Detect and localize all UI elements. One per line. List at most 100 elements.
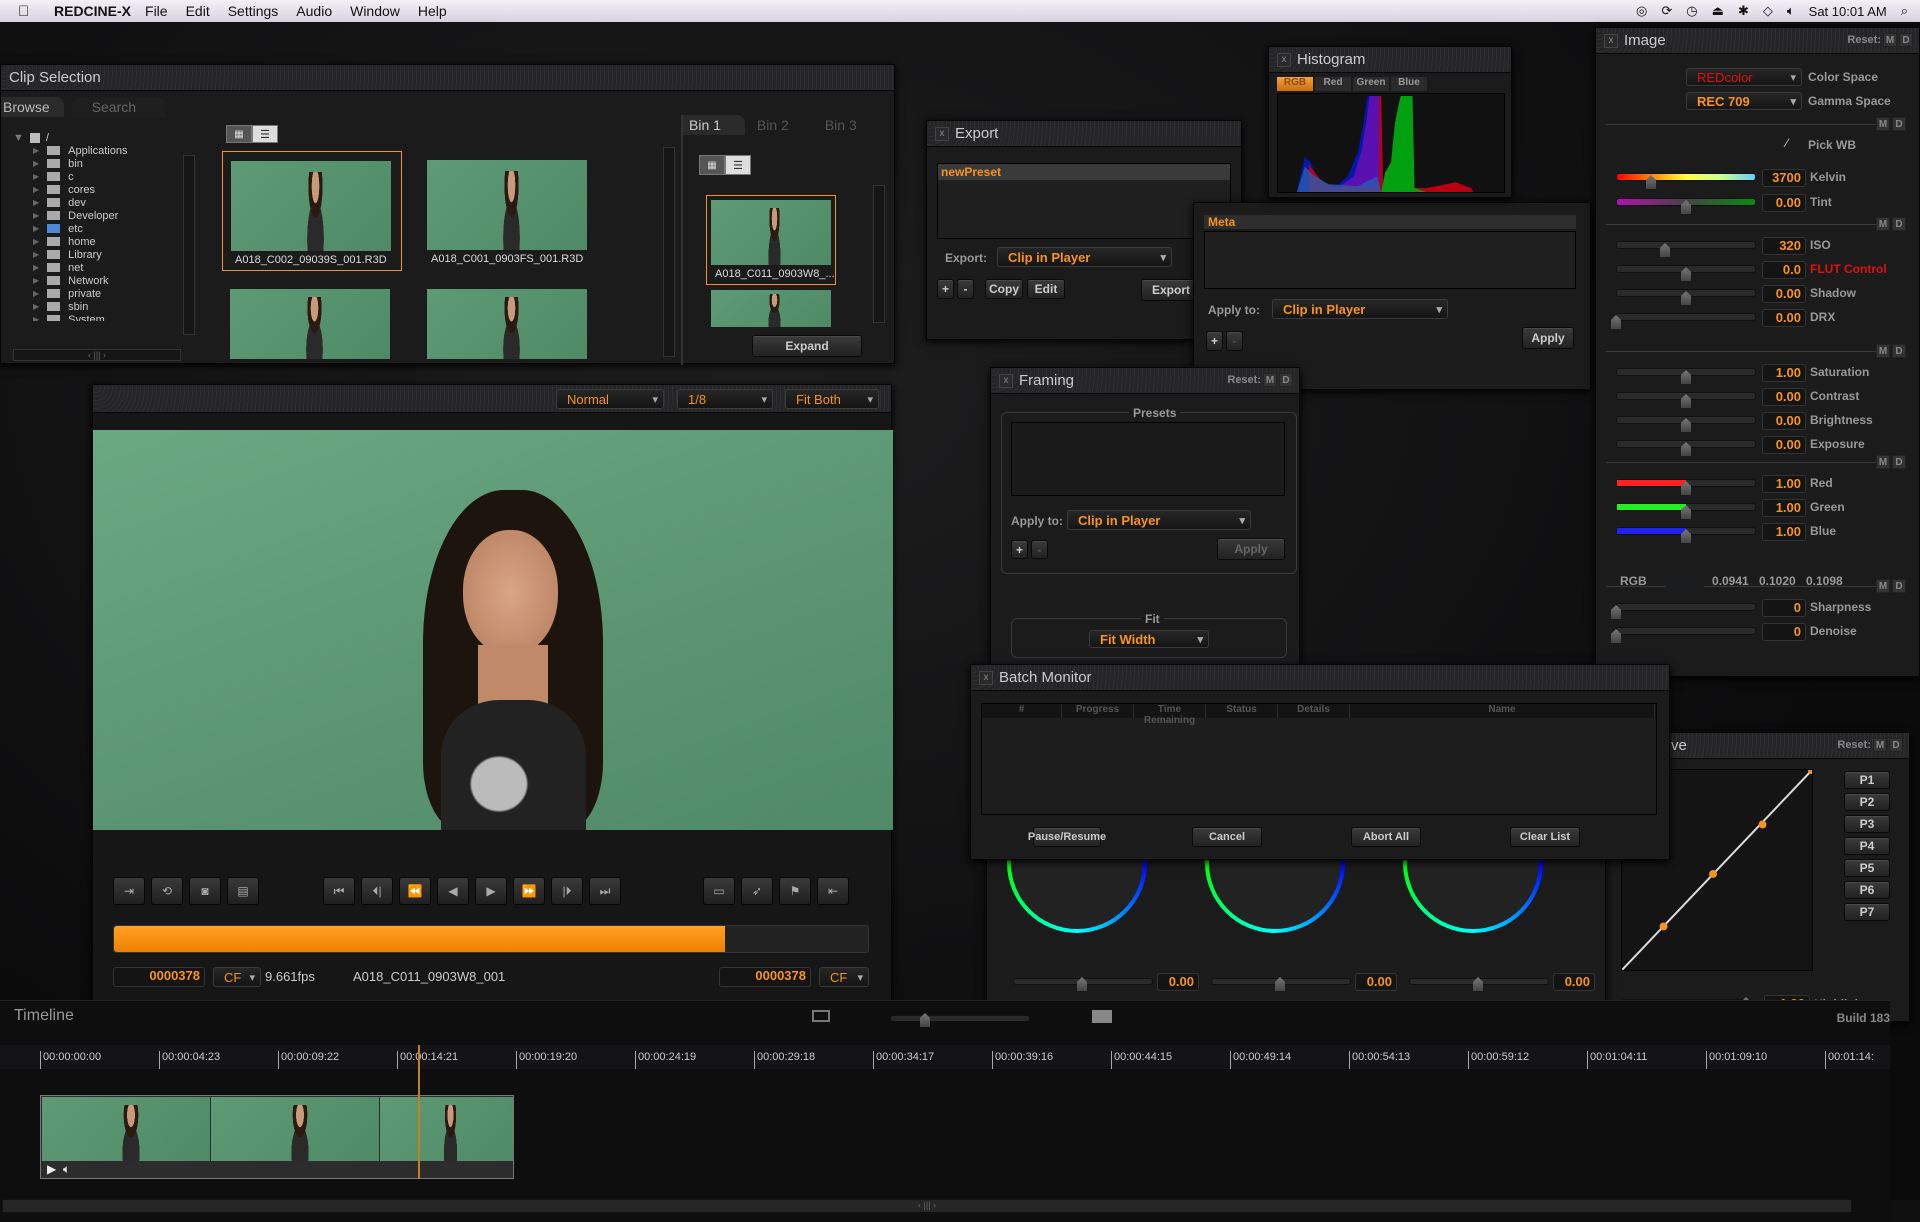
slider-kelvin[interactable] — [1616, 173, 1756, 181]
wheel-value[interactable]: 0.00 — [1157, 973, 1199, 991]
expand-arrow-icon[interactable]: ▶ — [33, 250, 39, 259]
value-shadow[interactable]: 0.00 — [1762, 285, 1806, 303]
reset-m-button[interactable]: M — [1883, 33, 1897, 47]
section-m-button[interactable]: M — [1876, 117, 1890, 131]
tree-scrollbar[interactable] — [183, 155, 195, 335]
preset-item[interactable]: newPreset — [938, 164, 1230, 180]
spotlight-icon[interactable]: ⌕ — [1901, 3, 1908, 19]
batch-abort-all-button[interactable]: Abort All — [1351, 827, 1421, 847]
eject-icon[interactable]: ⏏ — [1712, 3, 1724, 19]
expand-arrow-icon[interactable]: ▼ — [13, 132, 24, 144]
film-frame-icon[interactable] — [812, 1010, 830, 1022]
track-icon[interactable] — [1092, 1010, 1112, 1023]
resolution-select[interactable]: 1/8 — [677, 389, 773, 409]
add-preset-button[interactable]: + — [1011, 540, 1028, 559]
expand-arrow-icon[interactable]: ▶ — [33, 185, 39, 194]
menu-file[interactable]: File — [145, 3, 168, 19]
expand-arrow-icon[interactable]: ▶ — [33, 159, 39, 168]
expand-arrow-icon[interactable]: ▶ — [33, 237, 39, 246]
reset-d-button[interactable]: D — [1899, 33, 1913, 47]
value-saturation[interactable]: 1.00 — [1762, 364, 1806, 382]
add-button[interactable]: + — [1206, 331, 1223, 351]
export-target-select[interactable]: Clip in Player — [997, 247, 1172, 267]
out-cf-select[interactable]: CF — [819, 967, 869, 987]
expand-button[interactable]: Expand — [752, 335, 862, 357]
tab-bin-1[interactable]: Bin 1 — [683, 115, 745, 135]
list-view-icon[interactable]: ☰ — [252, 125, 278, 143]
bin-clip-item[interactable] — [711, 290, 831, 327]
value-iso[interactable]: 320 — [1762, 237, 1806, 255]
tree-root[interactable]: ▼ / — [13, 131, 188, 144]
batch-clear-list-button[interactable]: Clear List — [1510, 827, 1580, 847]
clip-item[interactable]: A018_C002_09039S_001.R3D — [222, 151, 402, 271]
loop-icon[interactable]: ⟲ — [151, 877, 183, 905]
wheel-value[interactable]: 0.00 — [1553, 973, 1595, 991]
slider-denoise[interactable] — [1616, 627, 1756, 635]
meta-list[interactable] — [1204, 231, 1576, 289]
tab-browse[interactable]: Browse — [1, 97, 64, 117]
menu-app-name[interactable]: REDCINE-X — [54, 3, 131, 19]
expand-arrow-icon[interactable]: ▶ — [33, 302, 39, 311]
slider-iso[interactable] — [1616, 241, 1756, 249]
tree-item[interactable]: ▶ System — [13, 313, 188, 321]
volume-icon[interactable]: 🔈︎ — [1787, 3, 1795, 19]
expand-arrow-icon[interactable]: ▶ — [33, 198, 39, 207]
expand-arrow-icon[interactable]: ▶ — [33, 211, 39, 220]
menu-window[interactable]: Window — [350, 3, 400, 19]
meta-apply-to-select[interactable]: Clip in Player — [1272, 299, 1448, 319]
clapper-icon[interactable]: ▤ — [227, 877, 259, 905]
snapshot-icon[interactable]: ◙ — [189, 877, 221, 905]
value-brightness[interactable]: 0.00 — [1762, 412, 1806, 430]
grid-view-icon[interactable]: ▦ — [226, 125, 252, 143]
timeline-zoom-slider[interactable] — [890, 1015, 1030, 1022]
framing-apply-button[interactable]: Apply — [1217, 538, 1285, 560]
tab-green[interactable]: Green — [1353, 77, 1389, 91]
tab-blue[interactable]: Blue — [1391, 77, 1427, 91]
reset-m-button[interactable]: M — [1263, 373, 1277, 387]
slider-drx[interactable] — [1616, 313, 1756, 321]
tab-bin-3[interactable]: Bin 3 — [813, 115, 867, 135]
tree-hscrollbar[interactable]: ‹ ||| › — [13, 349, 181, 361]
remove-preset-button[interactable]: - — [1031, 540, 1048, 559]
tab-red[interactable]: Red — [1315, 77, 1351, 91]
tree-item[interactable]: ▶ cores — [13, 183, 188, 196]
tree-item[interactable]: ▶ net — [13, 261, 188, 274]
tree-item[interactable]: ▶ bin — [13, 157, 188, 170]
batch-column-header[interactable]: Name — [1350, 704, 1655, 718]
reset-d-button[interactable]: D — [1279, 373, 1293, 387]
bluetooth-icon[interactable]: ✱ — [1738, 3, 1749, 19]
sync-icon[interactable]: ⟳ — [1661, 3, 1672, 19]
set-in-icon[interactable]: ⇥ — [113, 877, 145, 905]
add-preset-button[interactable]: + — [937, 279, 954, 299]
preset-list[interactable]: newPreset — [937, 163, 1231, 239]
expand-arrow-icon[interactable]: ▶ — [33, 289, 39, 298]
menu-settings[interactable]: Settings — [228, 3, 279, 19]
rocket-icon[interactable]: ➶ — [741, 877, 773, 905]
clip-item[interactable] — [427, 289, 587, 359]
bin-clip-item[interactable]: A018_C011_0903W8_... — [706, 195, 836, 285]
batch-column-header[interactable]: Time Remaining — [1134, 704, 1206, 726]
tab-bin-2[interactable]: Bin 2 — [745, 115, 813, 135]
export-button[interactable]: Export — [1141, 279, 1201, 301]
go-to-start-icon[interactable]: ⏮ — [323, 877, 355, 905]
close-icon[interactable]: x — [935, 126, 949, 141]
slider-sharpness[interactable] — [1616, 603, 1756, 611]
expand-arrow-icon[interactable]: ▶ — [33, 276, 39, 285]
list-view-icon[interactable]: ☰ — [725, 155, 751, 175]
section-d-button[interactable]: D — [1892, 217, 1906, 231]
grid-view-icon[interactable]: ▦ — [699, 155, 725, 175]
audio-icon[interactable]: 🔈︎ — [63, 1162, 70, 1177]
eyedropper-icon[interactable]: ⁄ — [1786, 136, 1788, 150]
out-frame-field[interactable]: 0000378 — [719, 967, 811, 987]
expand-arrow-icon[interactable]: ▶ — [33, 146, 39, 155]
expand-arrow-icon[interactable]: ▶ — [33, 315, 39, 321]
bin-scrollbar[interactable] — [873, 185, 885, 323]
timeline-hscrollbar[interactable]: ‹ ||| › — [2, 1199, 1852, 1213]
play-icon[interactable]: ▶ — [47, 1162, 56, 1176]
tab-search[interactable]: Search — [71, 97, 167, 117]
batch-column-header[interactable]: Progress — [1062, 704, 1134, 718]
value-kelvin[interactable]: 3700 — [1762, 169, 1806, 187]
playback-mode-select[interactable]: Normal — [556, 389, 664, 409]
in-cf-select[interactable]: CF — [213, 967, 261, 987]
section-m-button[interactable]: M — [1876, 455, 1890, 469]
